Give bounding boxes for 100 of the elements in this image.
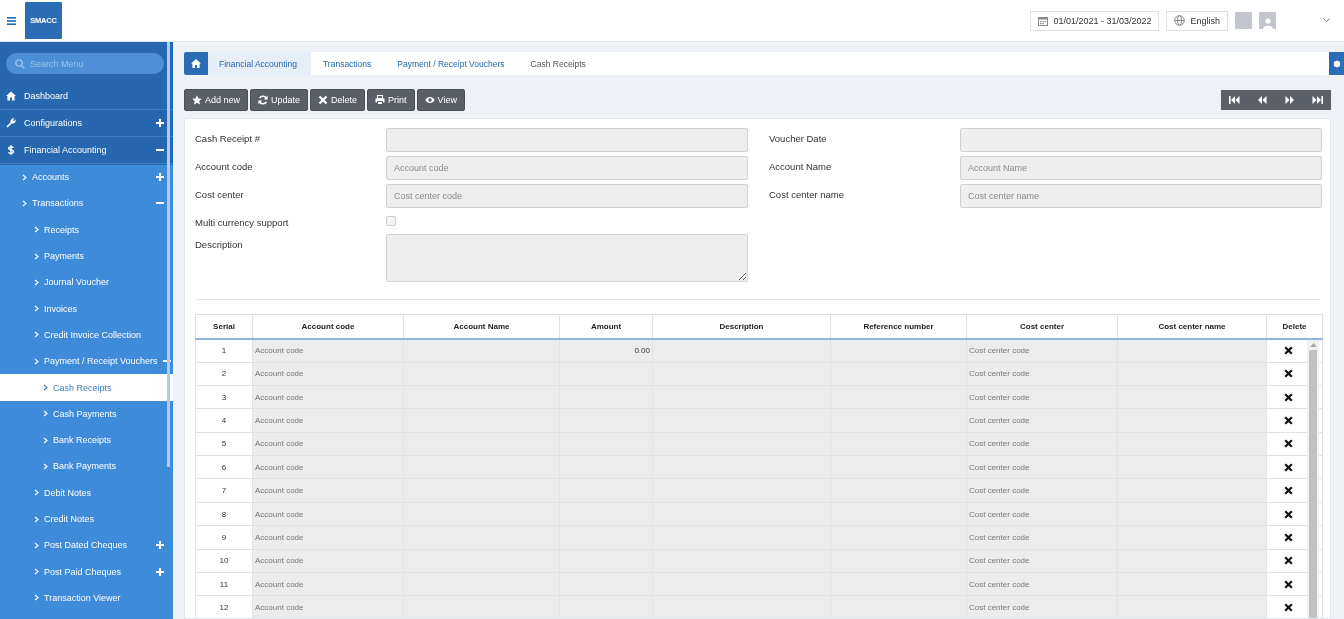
next-icon [1284,96,1295,104]
delete-icon[interactable] [1284,486,1293,496]
minus-icon[interactable] [156,146,164,154]
plus-icon[interactable] [156,173,164,182]
printer-icon [375,95,386,105]
field-label: Multi currency support [195,216,290,228]
table-cell: 7 [195,478,253,503]
close-icon [318,95,329,105]
column-header: Delete [1266,314,1323,339]
globe-icon [1174,15,1186,26]
update-button[interactable]: Update [250,89,309,111]
first-icon [1229,96,1241,104]
date-range-picker[interactable]: 01/01/2021 - 31/03/2022 [1030,10,1160,31]
delete-icon[interactable] [1284,369,1293,379]
menu-item[interactable]: Post Dated Cheques [0,532,173,559]
breadcrumb-link[interactable]: Payment / Receipt Vouchers [385,52,519,75]
side-button[interactable] [1329,52,1344,75]
chevron-icon [22,173,27,181]
delete-icon[interactable] [1284,556,1293,566]
input-field[interactable]: Cost center name [960,184,1322,208]
chevron-icon [34,252,39,260]
input-field[interactable]: Cost center code [386,184,748,208]
table-cell: 1 [195,338,253,362]
chevron-icon [43,410,48,418]
menu-item[interactable]: Cash Receipts [0,374,173,401]
column-header: Amount [559,314,653,339]
menu-item[interactable]: Payments [0,242,173,270]
menu-item[interactable]: Invoices [0,295,173,322]
search-icon [15,58,25,69]
delete-icon[interactable] [1284,603,1293,613]
delete-icon[interactable] [1284,532,1293,542]
column-header: Description [652,314,831,339]
home-button[interactable] [184,52,208,75]
delete-icon[interactable] [1284,579,1293,589]
menu-item[interactable]: Cash Payments [0,400,173,427]
plus-icon[interactable] [156,541,164,550]
menu-item[interactable]: Transactions [0,190,173,217]
delete-icon[interactable] [1284,346,1293,355]
view-button[interactable]: View [416,89,465,111]
menu-item[interactable]: Post Paid Cheques [0,558,173,585]
field-label: Cost center [195,188,245,200]
input-field[interactable] [386,128,748,152]
delete-icon[interactable] [1284,462,1293,472]
circle-icon [1332,59,1341,68]
chevron-icon [43,462,48,470]
menu-item[interactable]: Receipts [0,216,173,243]
field-label: Cash Receipt # [195,132,261,144]
field-label: Account Name [769,160,833,172]
chevron-icon [43,384,48,391]
menu-icon[interactable] [7,16,16,25]
chevron-icon [34,278,39,286]
language-selector[interactable]: English [1166,10,1228,31]
refresh-icon [258,95,269,105]
column-header: Cost center name [1117,314,1267,339]
chevron-icon [34,489,39,497]
chevron-icon [34,515,39,523]
breadcrumb-link[interactable]: Cash Receipts [518,52,600,75]
add-new-button[interactable]: Add new [184,89,249,111]
delete-icon[interactable] [1284,415,1293,425]
caret-icon[interactable] [1323,18,1330,23]
print-button[interactable]: Print [367,89,415,111]
menu-item[interactable]: Bank Receipts [0,426,173,454]
chevron-icon [34,594,39,602]
menu-item[interactable]: Journal Voucher [0,269,173,296]
column-header: Reference number [830,314,967,339]
delete-icon[interactable] [1284,439,1293,449]
previous-icon [1257,96,1268,104]
breadcrumb-link[interactable]: Transactions [310,52,386,75]
menu-item[interactable]: Accounts [0,164,173,191]
column-header: Serial [195,314,253,339]
chevron-icon [34,568,39,576]
column-header: Account Name [403,314,560,339]
home-icon [6,91,16,101]
input-field[interactable]: Account code [386,156,748,180]
menu-item[interactable]: Credit Invoice Collection [0,321,173,349]
plus-icon[interactable] [156,119,164,127]
table-cell: 10 [195,549,253,573]
checkbox[interactable] [386,216,396,226]
menu-item[interactable]: Bank Payments [0,453,173,480]
search-field[interactable]: Search Menu [6,53,164,74]
input-field[interactable] [960,128,1322,152]
table-cell: 11 [195,572,253,596]
delete-button[interactable]: Delete [310,89,366,111]
menu-item[interactable]: Credit Notes [0,505,173,533]
table-cell: 2 [195,362,253,386]
input-field[interactable]: Account Name [960,156,1322,180]
delete-icon[interactable] [1284,392,1293,402]
chevron-icon [22,199,27,207]
delete-icon[interactable] [1284,509,1293,519]
table-cell: 8 [195,502,253,526]
column-header: Cost center [966,314,1118,339]
plus-icon[interactable] [156,567,164,576]
breadcrumb-link[interactable]: Financial Accounting [208,52,311,75]
last-icon [1311,96,1323,104]
scrollbar[interactable] [1307,340,1319,618]
chevron-icon [34,541,39,549]
menu-item[interactable]: Transaction Viewer [0,584,173,612]
menu-item[interactable]: Debit Notes [0,479,173,506]
star-icon [192,95,202,105]
scrollbar[interactable] [167,42,170,467]
